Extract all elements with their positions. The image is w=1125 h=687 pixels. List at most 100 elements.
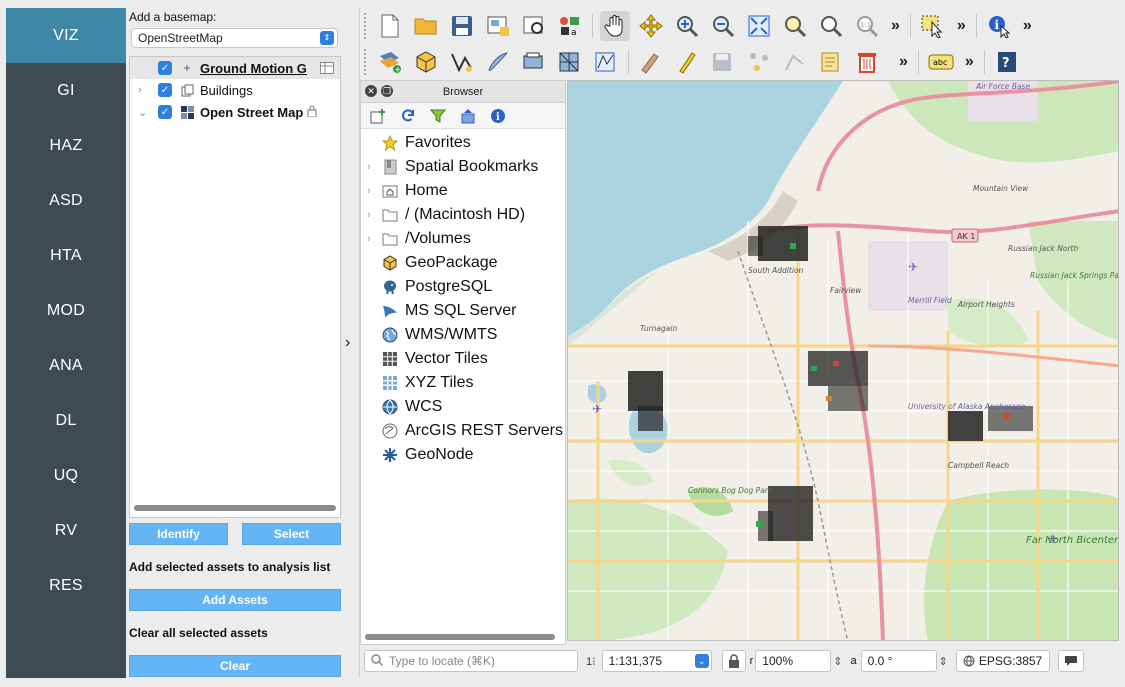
browser-item-volumes[interactable]: › /Volumes xyxy=(361,227,565,251)
new-virtual-layer-icon[interactable] xyxy=(519,47,549,77)
browser-item-geonode[interactable]: GeoNode xyxy=(361,443,565,467)
new-project-icon[interactable] xyxy=(375,11,405,41)
toolbar-grip[interactable] xyxy=(364,49,372,75)
chevron-right-icon[interactable]: › xyxy=(138,84,148,96)
pan-to-selection-icon[interactable] xyxy=(636,11,666,41)
browser-item-mssql[interactable]: MS SQL Server xyxy=(361,299,565,323)
locate-search-field[interactable]: Type to locate (⌘K) xyxy=(364,650,578,672)
data-source-manager-icon[interactable]: + xyxy=(375,47,405,77)
clear-button[interactable]: Clear xyxy=(129,655,341,677)
new-temporary-layer-icon[interactable] xyxy=(483,47,513,77)
toolbar-overflow-icon[interactable]: » xyxy=(957,17,966,35)
new-vector-tile-icon[interactable] xyxy=(591,47,621,77)
browser-item-wcs[interactable]: WCS xyxy=(361,395,565,419)
vertex-tool-icon[interactable] xyxy=(780,47,810,77)
scale-combobox[interactable]: 1:131,375 ⌄ xyxy=(601,650,712,672)
chevron-right-icon[interactable]: › xyxy=(367,185,381,197)
chevron-right-icon[interactable]: › xyxy=(367,209,381,221)
browser-item-spatial-bookmarks[interactable]: › Spatial Bookmarks xyxy=(361,155,565,179)
nav-item-res[interactable]: RES xyxy=(6,558,126,613)
nav-item-rv[interactable]: RV xyxy=(6,503,126,558)
browser-item-macintosh-hd[interactable]: › / (Macintosh HD) xyxy=(361,203,565,227)
browser-item-favorites[interactable]: Favorites xyxy=(361,131,565,155)
zoom-full-icon[interactable] xyxy=(744,11,774,41)
lock-scale-button[interactable] xyxy=(721,650,746,672)
select-button[interactable]: Select xyxy=(242,523,341,545)
toggle-editing-icon[interactable] xyxy=(672,47,702,77)
browser-item-vector-tiles[interactable]: Vector Tiles xyxy=(361,347,565,371)
horizontal-scrollbar[interactable] xyxy=(134,505,336,511)
refresh-icon[interactable] xyxy=(397,106,419,126)
rotation-spinbox[interactable]: 0.0 ° xyxy=(860,650,937,672)
add-layer-icon[interactable] xyxy=(367,106,389,126)
nav-item-uq[interactable]: UQ xyxy=(6,448,126,503)
basemap-select[interactable]: OpenStreetMap ⇕ xyxy=(131,28,338,48)
chevron-right-icon[interactable]: › xyxy=(367,233,381,245)
current-edits-icon[interactable] xyxy=(636,47,666,77)
nav-item-dl[interactable]: DL xyxy=(6,393,126,448)
identify-button[interactable]: Identify xyxy=(129,523,228,545)
filter-icon[interactable] xyxy=(427,106,449,126)
digitize-points-icon[interactable] xyxy=(744,47,774,77)
horizontal-scrollbar[interactable] xyxy=(365,634,555,640)
zoom-to-layer-icon[interactable] xyxy=(816,11,846,41)
info-icon[interactable]: i xyxy=(487,106,509,126)
save-icon[interactable] xyxy=(447,11,477,41)
magnifier-spinbox[interactable]: 100% xyxy=(755,650,832,672)
toolbar-overflow-icon[interactable]: » xyxy=(891,17,900,35)
delete-selected-icon[interactable] xyxy=(852,47,882,77)
pan-hand-icon[interactable] xyxy=(600,11,630,41)
spin-arrows-icon[interactable]: ⇕ xyxy=(833,655,842,668)
layer-row-buildings[interactable]: › ✓ Buildings xyxy=(130,79,340,101)
browser-item-arcgis[interactable]: ArcGIS REST Servers xyxy=(361,419,565,443)
layer-row-osm[interactable]: ⌄ ✓ Open Street Map xyxy=(130,101,340,123)
save-edits-icon[interactable] xyxy=(708,47,738,77)
zoom-in-icon[interactable] xyxy=(672,11,702,41)
nav-item-hta[interactable]: HTA xyxy=(6,228,126,283)
new-shapefile-icon[interactable] xyxy=(447,47,477,77)
browser-item-geopackage[interactable]: GeoPackage xyxy=(361,251,565,275)
float-icon[interactable]: ❐ xyxy=(381,85,393,97)
close-icon[interactable]: ✕ xyxy=(365,85,377,97)
collapse-arrow-icon[interactable]: › xyxy=(345,334,350,352)
messages-button[interactable] xyxy=(1057,650,1084,672)
new-print-layout-icon[interactable] xyxy=(483,11,513,41)
layer-checkbox[interactable]: ✓ xyxy=(158,105,172,119)
crs-button[interactable]: EPSG:3857 xyxy=(955,650,1050,672)
open-folder-icon[interactable] xyxy=(411,11,441,41)
browser-item-postgresql[interactable]: PostgreSQL xyxy=(361,275,565,299)
style-manager-icon[interactable]: a xyxy=(555,11,585,41)
collapse-all-icon[interactable] xyxy=(457,106,479,126)
browser-item-xyz-tiles[interactable]: XYZ Tiles xyxy=(361,371,565,395)
chevron-right-icon[interactable]: › xyxy=(367,161,381,173)
zoom-out-icon[interactable] xyxy=(708,11,738,41)
zoom-native-icon[interactable]: 1:1 xyxy=(852,11,882,41)
modify-attributes-icon[interactable] xyxy=(816,47,846,77)
nav-item-haz[interactable]: HAZ xyxy=(6,118,126,173)
layout-manager-icon[interactable] xyxy=(519,11,549,41)
new-mesh-layer-icon[interactable] xyxy=(555,47,585,77)
toolbar-overflow-icon[interactable]: » xyxy=(1023,17,1032,35)
nav-item-mod[interactable]: MOD xyxy=(6,283,126,338)
browser-item-home[interactable]: › Home xyxy=(361,179,565,203)
toolbar-grip[interactable] xyxy=(364,13,372,39)
toolbar-overflow-icon[interactable]: » xyxy=(899,53,908,71)
nav-item-viz[interactable]: VIZ xyxy=(6,8,126,63)
nav-item-asd[interactable]: ASD xyxy=(6,173,126,228)
layer-row-ground-motion[interactable]: ✓ + Ground Motion G xyxy=(130,57,340,79)
help-icon[interactable]: ? xyxy=(992,47,1022,77)
browser-item-wms-wmts[interactable]: WMS/WMTS xyxy=(361,323,565,347)
toolbar-overflow-icon[interactable]: » xyxy=(965,53,974,71)
new-geopackage-icon[interactable] xyxy=(411,47,441,77)
layer-checkbox[interactable]: ✓ xyxy=(158,61,172,75)
add-assets-button[interactable]: Add Assets xyxy=(129,589,341,611)
map-canvas[interactable]: ✈ ✈ ✈ Air Force Base Merrill Field Unive… xyxy=(567,80,1119,641)
nav-item-ana[interactable]: ANA xyxy=(6,338,126,393)
identify-features-icon[interactable]: i xyxy=(984,11,1014,41)
label-tool-icon[interactable]: abc xyxy=(926,47,956,77)
chevron-down-icon[interactable]: ⌄ xyxy=(138,106,148,119)
spin-arrows-icon[interactable]: ⇕ xyxy=(939,655,948,668)
select-features-icon[interactable] xyxy=(918,11,948,41)
layer-checkbox[interactable]: ✓ xyxy=(158,83,172,97)
zoom-to-selection-icon[interactable] xyxy=(780,11,810,41)
